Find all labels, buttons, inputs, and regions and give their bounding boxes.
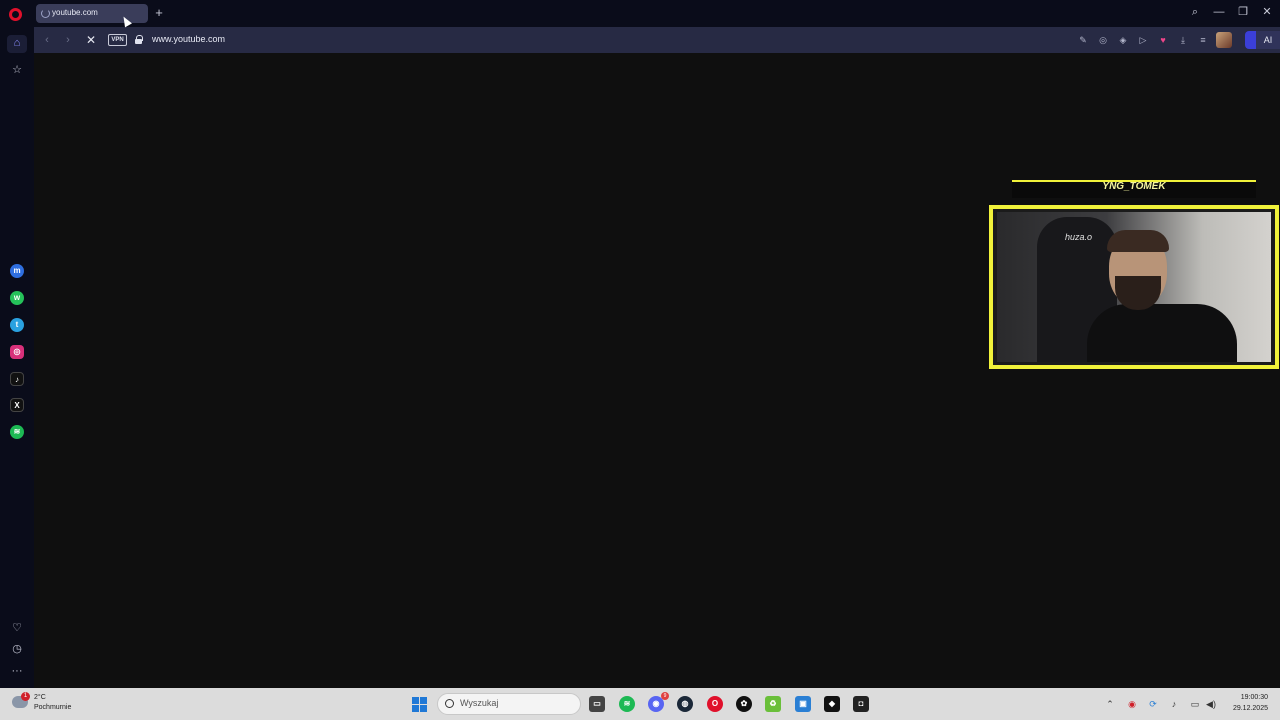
clock-time[interactable]: 19:00:30 [1220,694,1268,701]
lock-icon[interactable] [135,35,143,44]
clock-date[interactable]: 29.12.2025 [1220,705,1268,712]
spotify-app-icon[interactable]: ≋ [619,696,635,712]
instagram-icon[interactable]: ◎ [10,345,24,359]
history-icon[interactable]: ◷ [10,642,24,656]
weather-description[interactable]: Pochmurnie [34,704,71,711]
file-explorer-icon[interactable]: ▭ [589,696,605,712]
avatar[interactable] [1216,32,1232,48]
restore-button[interactable]: ❐ [1236,5,1250,19]
minimize-button[interactable]: — [1212,5,1226,19]
steam-icon[interactable]: ◍ [677,696,693,712]
menu-icon[interactable]: ≡ [1197,34,1209,46]
tab-search-icon[interactable]: ⌕ [1188,5,1202,19]
title-bar: youtube.com + ⌕ — ❐ ✕ [0,0,1280,27]
download-icon[interactable]: ⤓ [1177,34,1189,46]
close-window-button[interactable]: ✕ [1260,5,1274,19]
shield-icon[interactable]: ◈ [1117,34,1129,46]
obs-icon[interactable]: ◘ [853,696,869,712]
telegram-icon[interactable]: t [10,318,24,332]
ai-button[interactable]: AI [1256,31,1280,49]
sync-icon[interactable]: ⟳ [1147,698,1159,710]
loading-spinner-icon [41,9,50,18]
android-icon[interactable]: ◆ [824,696,840,712]
person-hair [1107,230,1169,252]
home-icon[interactable]: ⌂ [10,36,24,50]
weather-badge: 1 [21,692,30,701]
edit-icon[interactable]: ✎ [1077,34,1089,46]
weather-temperature[interactable]: 2°C [34,694,46,701]
chevron-up-icon[interactable]: ⌃ [1104,698,1116,710]
page-content [34,53,1280,688]
chatgpt-icon[interactable]: ✿ [736,696,752,712]
camera-icon[interactable]: ◎ [1097,34,1109,46]
chair-brand: huza.o [1065,232,1093,242]
play-icon[interactable]: ▷ [1137,34,1149,46]
heart-outline-icon[interactable]: ♡ [10,621,24,635]
opera-app-icon[interactable]: O [707,696,723,712]
opera-logo-icon[interactable] [9,8,22,21]
tab-title: youtube.com [52,8,98,17]
sidebar: ⌂ ☆ m w t ◎ ♪ X ≋ ♡ ◷ ··· [0,27,34,688]
star-icon[interactable]: ☆ [10,63,24,77]
new-tab-button[interactable]: + [152,6,166,20]
url-field[interactable]: www.youtube.com [152,34,225,44]
volume-icon[interactable]: ◀) [1205,698,1217,710]
stop-loading-button[interactable]: ✕ [84,33,98,47]
more-icon[interactable]: ··· [10,664,24,678]
recycle-icon[interactable]: ♻ [765,696,781,712]
vpn-badge[interactable]: VPN [108,34,127,46]
search-placeholder[interactable]: Wyszukaj [460,698,498,708]
messenger-icon[interactable]: m [10,264,24,278]
whatsapp-icon[interactable]: w [10,291,24,305]
tab-youtube[interactable]: youtube.com [36,4,148,23]
webcam-video: huza.o [997,212,1271,362]
heart-icon[interactable]: ♥ [1157,34,1169,46]
adobe-icon[interactable]: ◉ [1126,698,1138,710]
discord-badge: 9 [661,692,669,700]
spotify-icon[interactable]: ≋ [10,425,24,439]
monitor-icon[interactable]: ▭ [1189,698,1201,710]
taskbar-search[interactable] [437,693,581,715]
photos-icon[interactable]: ▣ [795,696,811,712]
webcam-name: YNG_TOMEK [1102,181,1166,192]
x-icon[interactable]: X [10,398,24,412]
person-body [1087,304,1237,362]
tiktok-icon[interactable]: ♪ [10,372,24,386]
start-button[interactable] [412,697,427,712]
back-button[interactable]: ‹ [40,33,54,47]
search-icon [445,699,454,708]
forward-button[interactable]: › [61,33,75,47]
address-bar: ‹ › ✕ VPN www.youtube.com ✎ ◎ ◈ ▷ ♥ ⤓ ≡ … [34,27,1280,53]
taskbar: 1 2°C Pochmurnie Wyszukaj ▭ ≋ ◉ 9 ◍ O ✿ … [0,688,1280,720]
mic-icon[interactable]: ♪ [1168,698,1180,710]
